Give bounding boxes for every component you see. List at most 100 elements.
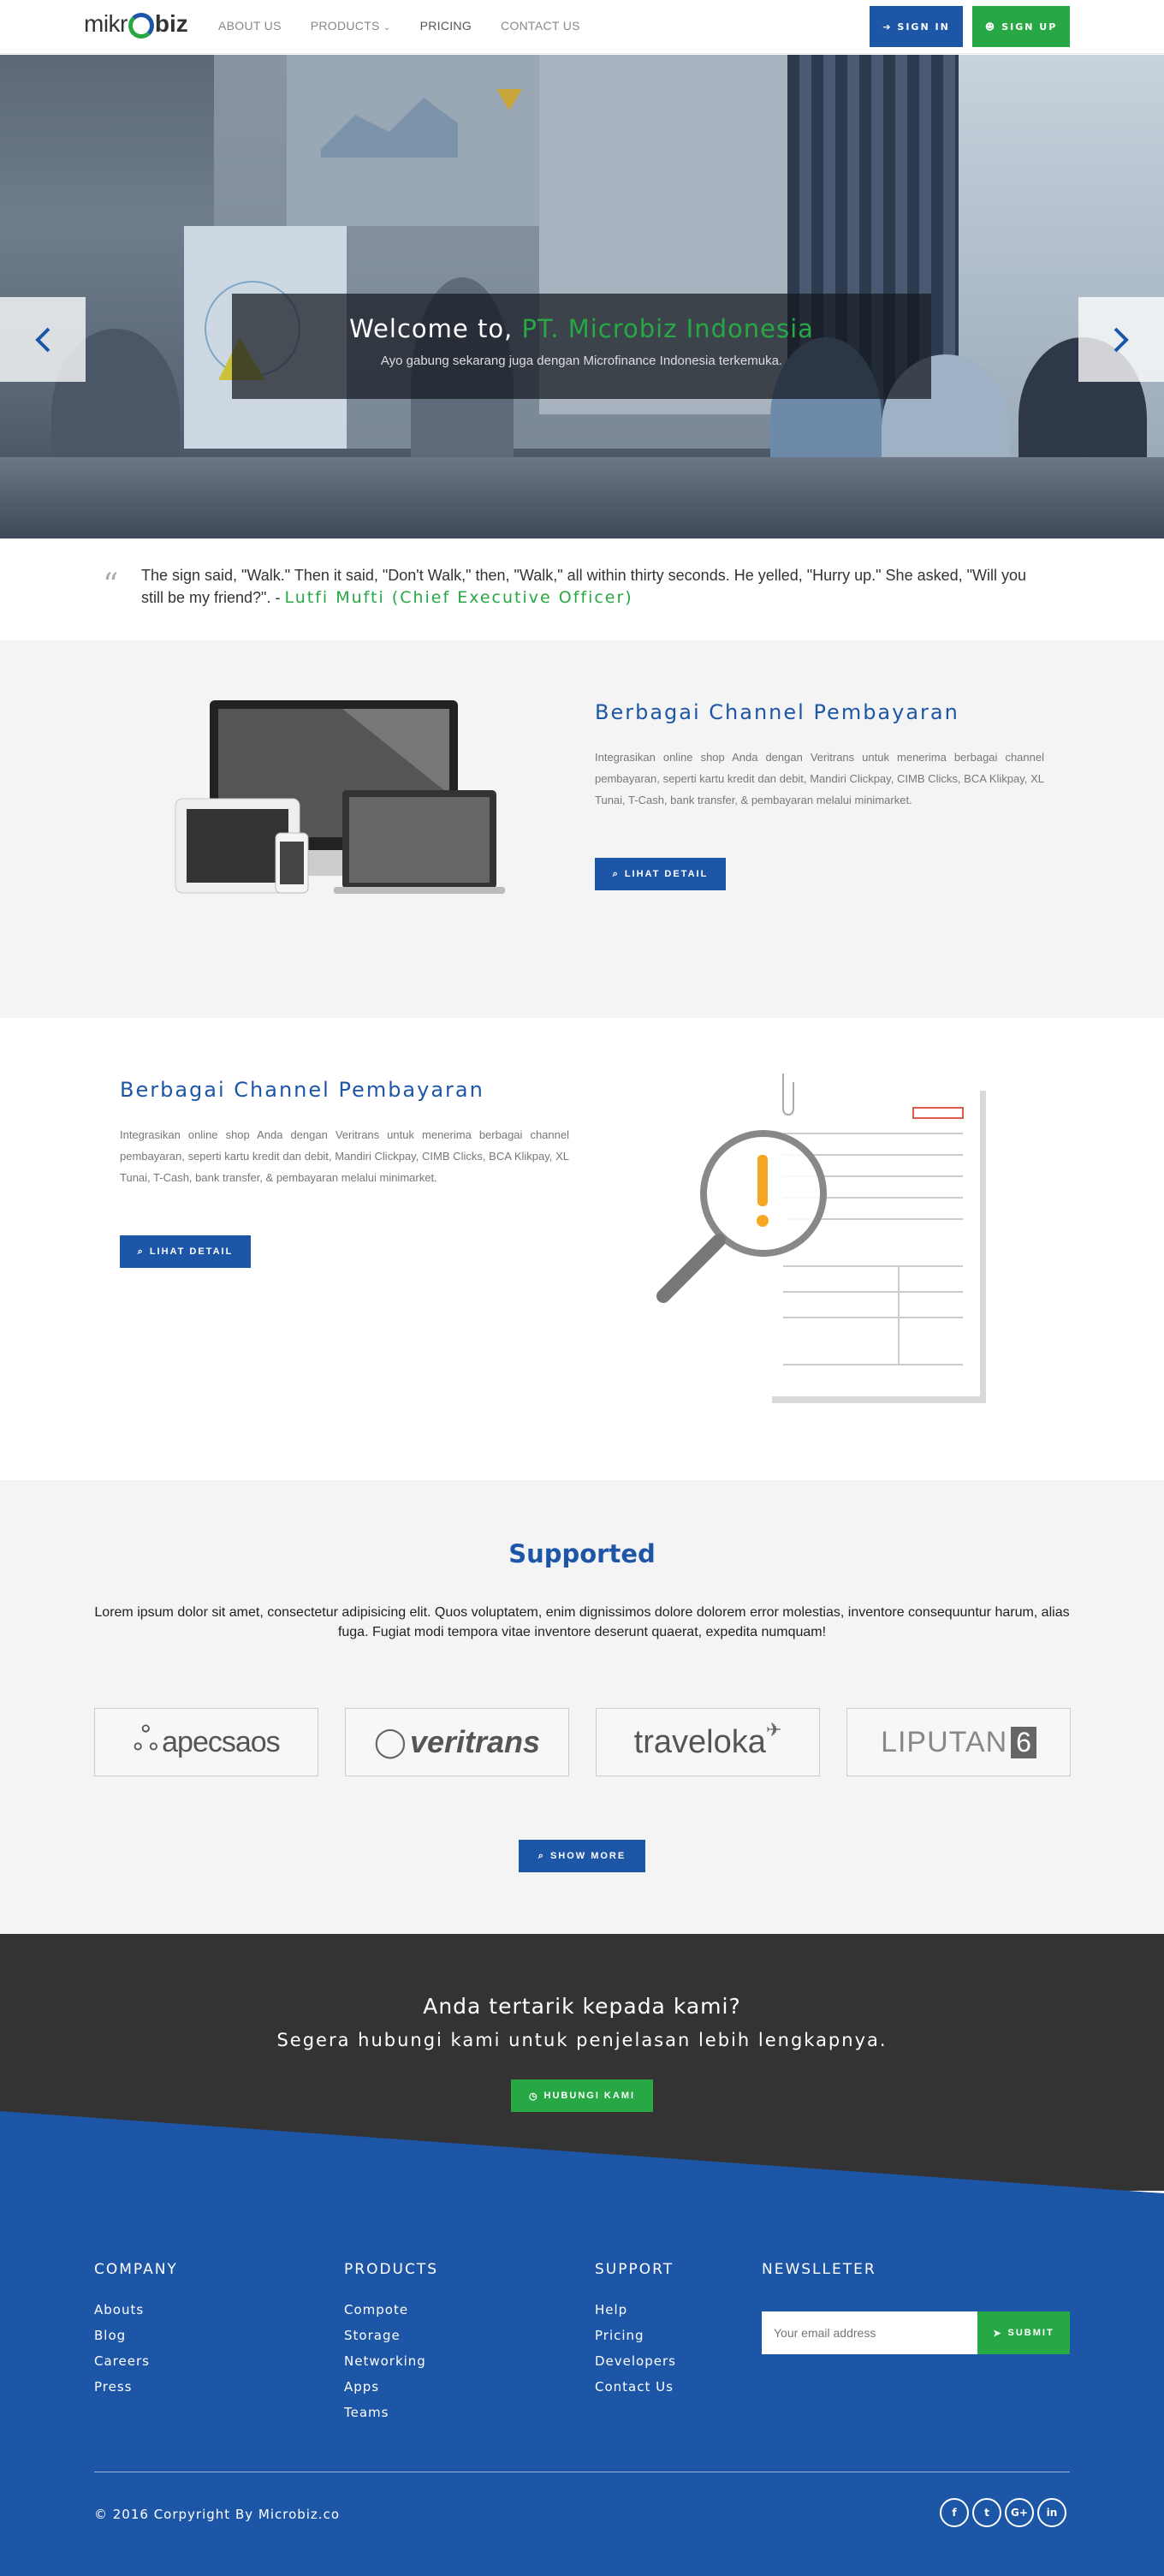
sign-in-button[interactable]: ➔ SIGN IN [870, 6, 963, 47]
feature-1-detail-button[interactable]: ⌕ LIHAT DETAIL [595, 858, 726, 890]
footer-support: SUPPORT Help Pricing Developers Contact … [595, 2261, 676, 2400]
footer-link-teams[interactable]: Teams [344, 2400, 438, 2425]
footer-link-press[interactable]: Press [94, 2374, 178, 2400]
footer-link-developers[interactable]: Developers [595, 2348, 676, 2374]
nav-pricing[interactable]: PRICING [420, 19, 472, 33]
paper-plane-icon: ➤ [993, 2328, 1003, 2339]
feature-2-text: Integrasikan online shop Anda dengan Ver… [120, 1128, 569, 1184]
logo-text-right: biz [154, 10, 188, 37]
testimonial-quote: “ The sign said, "Walk." Then it said, "… [103, 564, 1044, 609]
quote-icon: “ [103, 568, 119, 603]
hero-title: Welcome to, PT. Microbiz Indonesia [232, 314, 931, 343]
footer-company: COMPANY Abouts Blog Careers Press [94, 2261, 178, 2400]
logo-ring-icon [128, 13, 154, 39]
partner-logo-liputan6[interactable]: LIPUTAN 6 [846, 1708, 1071, 1776]
nav-contact-us[interactable]: CONTACT US [501, 19, 580, 33]
footer-link-storage[interactable]: Storage [344, 2323, 438, 2348]
twitter-icon[interactable]: t [972, 2498, 1001, 2527]
footer-products: PRODUCTS Compote Storage Networking Apps… [344, 2261, 438, 2425]
newsletter-submit-button[interactable]: ➤ SUBMIT [977, 2311, 1070, 2354]
social-links: f t G+ in [940, 2498, 1066, 2527]
google-plus-icon[interactable]: G+ [1005, 2498, 1034, 2527]
hero-title-highlight: PT. Microbiz Indonesia [521, 314, 814, 343]
supported-text: Lorem ipsum dolor sit amet, consectetur … [94, 1605, 1070, 1639]
footer: COMPANY Abouts Blog Careers Press PRODUC… [0, 2097, 1164, 2576]
feature-1-text: Integrasikan online shop Anda dengan Ver… [595, 751, 1044, 806]
search-icon: ⌕ [612, 868, 620, 879]
navbar: mikr biz ABOUT US PRODUCTS ⌄ PRICING CON… [0, 0, 1164, 54]
partner-logo-traveloka[interactable]: traveloka ✈ [596, 1708, 820, 1776]
partner-name-traveloka: traveloka [633, 1723, 766, 1760]
bird-icon: ✈ [765, 1719, 782, 1740]
sign-up-button[interactable]: ☻ SIGN UP [972, 6, 1070, 47]
newsletter-form: ➤ SUBMIT [762, 2311, 1070, 2354]
chevron-left-icon [35, 327, 50, 352]
feature-section-2: Berbagai Channel Pembayaran Integrasikan… [0, 1018, 1164, 1480]
hero-subtitle: Ayo gabung sekarang juga dengan Microfin… [380, 354, 783, 368]
linkedin-icon[interactable]: in [1037, 2498, 1066, 2527]
users-icon: ☻ [984, 21, 997, 33]
facebook-icon[interactable]: f [940, 2498, 969, 2527]
show-more-label: SHOW MORE [549, 1851, 627, 1861]
newsletter-submit-label: SUBMIT [1007, 2328, 1054, 2338]
sign-in-label: SIGN IN [897, 21, 950, 33]
feature-2-title: Berbagai Channel Pembayaran [120, 1078, 484, 1102]
footer-link-apps[interactable]: Apps [344, 2374, 438, 2400]
footer-company-title: COMPANY [94, 2261, 178, 2278]
footer-link-help[interactable]: Help [595, 2297, 676, 2323]
footer-link-abouts[interactable]: Abouts [94, 2297, 178, 2323]
footer-link-networking[interactable]: Networking [344, 2348, 438, 2374]
footer-support-title: SUPPORT [595, 2261, 674, 2278]
nav-about-us[interactable]: ABOUT US [218, 19, 282, 33]
footer-products-title: PRODUCTS [344, 2261, 439, 2278]
feature-2-detail-button[interactable]: ⌕ LIHAT DETAIL [120, 1235, 251, 1268]
supported-section: Supported Lorem ipsum dolor sit amet, co… [0, 1480, 1164, 1934]
apecsaos-logo-icon: ஃ [133, 1722, 159, 1758]
footer-link-pricing[interactable]: Pricing [595, 2323, 676, 2348]
feature-2-button-label: LIHAT DETAIL [149, 1246, 234, 1257]
hero-carousel: Welcome to, PT. Microbiz Indonesia Ayo g… [0, 55, 1164, 538]
cta-subtitle: Segera hubungi kami untuk penjelasan leb… [276, 2030, 888, 2050]
footer-link-compote[interactable]: Compote [344, 2297, 438, 2323]
carousel-prev-button[interactable] [0, 297, 86, 382]
hero-photo-chart-board [287, 55, 552, 226]
sign-up-label: SIGN UP [1001, 21, 1058, 33]
chevron-down-icon: ⌄ [383, 23, 391, 33]
newsletter-email-input[interactable] [762, 2311, 977, 2354]
veritrans-logo-icon: ◯ [373, 1726, 407, 1758]
logo-text-left: mikr [84, 10, 128, 37]
footer-newsletter-title: NEWSLLETER [762, 2261, 876, 2278]
quote-body: The sign said, "Walk." Then it said, "Do… [141, 564, 1044, 609]
hero-title-prefix: Welcome to, [349, 314, 514, 343]
hero-photo-table [0, 457, 1164, 538]
partner-name-liputan: LIPUTAN [881, 1725, 1008, 1758]
partner-logo-apecsaos[interactable]: ஃ apecsaos [94, 1708, 318, 1776]
logo[interactable]: mikr biz [84, 7, 188, 41]
footer-link-blog[interactable]: Blog [94, 2323, 178, 2348]
partner-name-apecsaos: apecsaos [162, 1725, 281, 1758]
search-icon: ⌕ [537, 1850, 545, 1861]
feature-1-button-label: LIHAT DETAIL [624, 869, 709, 879]
liputan-six-badge: 6 [1011, 1726, 1036, 1758]
hero-photo-chart-sketch [321, 89, 522, 158]
footer-newsletter: NEWSLLETER [762, 2261, 876, 2297]
nav-products-label: PRODUCTS [310, 19, 380, 33]
chevron-right-icon [1114, 327, 1129, 352]
carousel-next-button[interactable] [1078, 297, 1164, 382]
partner-logo-veritrans[interactable]: ◯ veritrans [345, 1708, 569, 1776]
nav-products[interactable]: PRODUCTS ⌄ [311, 19, 391, 33]
copyright: © 2016 Corpyright By Microbiz.co [94, 2507, 340, 2522]
cta-title: Anda tertarik kepada kami? [423, 1994, 741, 2019]
footer-link-contact-us[interactable]: Contact Us [595, 2374, 676, 2400]
document-search-illustration [656, 1074, 986, 1403]
devices-illustration [175, 700, 505, 894]
sign-in-icon: ➔ [882, 21, 893, 33]
hero-caption: Welcome to, PT. Microbiz Indonesia Ayo g… [232, 294, 931, 399]
quote-author: Lutfi Mufti (Chief Executive Officer) [284, 588, 633, 607]
feature-section-1: Berbagai Channel Pembayaran Integrasikan… [0, 640, 1164, 1018]
show-more-button[interactable]: ⌕ SHOW MORE [519, 1840, 645, 1872]
feature-1-title: Berbagai Channel Pembayaran [595, 700, 959, 724]
main-nav: ABOUT US PRODUCTS ⌄ PRICING CONTACT US [218, 19, 609, 33]
footer-link-careers[interactable]: Careers [94, 2348, 178, 2374]
partner-name-veritrans: veritrans [409, 1724, 541, 1759]
